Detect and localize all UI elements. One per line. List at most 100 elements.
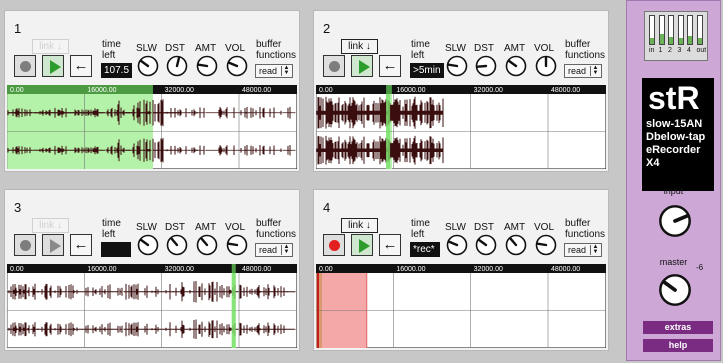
back-button[interactable]: ← — [379, 55, 401, 77]
tick-label-3: 48000.00 — [242, 266, 271, 273]
knob-amt[interactable] — [505, 234, 527, 256]
back-arrow-icon: ← — [382, 57, 398, 74]
record-button[interactable] — [323, 234, 345, 256]
knob-dial-vol-pointer — [536, 242, 548, 247]
time-left-value: 107.5 — [101, 63, 133, 78]
app-logo: stR slow-15AN Dbelow-tap eRecorder X4 — [642, 78, 714, 191]
buffer-function-select[interactable]: read ▲ ▼ — [255, 64, 293, 78]
waveform-display[interactable]: 0.00 16000.00 32000.00 48000.00 — [315, 84, 607, 170]
knob-dial-slw[interactable] — [137, 55, 159, 77]
vu-meter-level — [697, 38, 702, 44]
knob-dial-vol[interactable] — [535, 55, 557, 77]
buffer-functions-label: buffer functions — [256, 218, 297, 240]
knob-amt[interactable] — [196, 234, 218, 256]
buffer-panel-3: 3 link ↓ ← time left SLW DST AMT VOL buffer func… — [4, 189, 300, 351]
knob-vol[interactable] — [226, 55, 248, 77]
buffer-function-select[interactable]: read ▲ ▼ — [255, 243, 293, 257]
back-button[interactable]: ← — [70, 234, 92, 256]
knob-dial-slw[interactable] — [446, 234, 468, 256]
time-left-value: *rec* — [410, 242, 440, 257]
waveform-svg[interactable]: 0.00 16000.00 32000.00 48000.00 — [315, 263, 607, 349]
knob-label-slw: SLW — [136, 222, 157, 233]
vu-meter-level — [678, 38, 683, 44]
vu-meter-label: 4 — [687, 47, 691, 54]
back-button[interactable]: ← — [70, 55, 92, 77]
waveform-svg[interactable]: 0.00 16000.00 32000.00 48000.00 — [6, 84, 298, 170]
record-button[interactable] — [323, 55, 345, 77]
master-label: master — [659, 257, 688, 267]
knob-dial-amt[interactable] — [505, 234, 527, 256]
master-db-value: -6 — [696, 263, 704, 272]
buffer-panel-2: 2 link ↓ ← time left >5min SLW DST AMT VOL buffer… — [313, 10, 609, 172]
link-down-arrow-icon: ↓ — [363, 41, 371, 52]
knob-dial-vol[interactable] — [226, 55, 248, 77]
knob-dst[interactable] — [166, 234, 188, 256]
knob-label-vol: VOL — [225, 43, 246, 54]
back-arrow-icon: ← — [73, 57, 89, 74]
app-title-line: X4 — [646, 157, 660, 169]
knob-slw[interactable] — [446, 55, 468, 77]
play-button[interactable] — [42, 55, 64, 77]
knob-label-amt: AMT — [504, 43, 526, 54]
knob-dial-dst[interactable] — [475, 234, 497, 256]
knob-label-slw: SLW — [445, 222, 466, 233]
panel-number: 3 — [14, 200, 22, 215]
back-button[interactable]: ← — [379, 234, 401, 256]
knob-label-dst: DST — [474, 222, 494, 233]
record-button[interactable] — [14, 234, 36, 256]
help-button[interactable]: help — [643, 339, 713, 352]
header-selection — [231, 264, 236, 273]
input-knob-dial[interactable] — [658, 204, 692, 238]
stepper-arrows-icon: ▲ ▼ — [590, 244, 600, 255]
knob-vol[interactable] — [535, 55, 557, 77]
knob-dial-amt[interactable] — [196, 55, 218, 77]
knob-dial-slw[interactable] — [446, 55, 468, 77]
knob-dst[interactable] — [475, 55, 497, 77]
link-button[interactable]: link ↓ — [341, 39, 378, 54]
link-button[interactable]: link ↓ — [341, 218, 378, 233]
waveform-display[interactable]: 0.00 16000.00 32000.00 48000.00 — [315, 263, 607, 349]
waveform-svg[interactable]: 0.00 16000.00 32000.00 48000.00 — [6, 263, 298, 349]
panel-number: 4 — [323, 200, 331, 215]
waveform-display[interactable]: 0.00 16000.00 32000.00 48000.00 — [6, 263, 298, 349]
knob-amt[interactable] — [196, 55, 218, 77]
vu-meter-3 — [677, 15, 684, 45]
input-knob[interactable] — [658, 204, 692, 238]
knob-dial-slw[interactable] — [137, 234, 159, 256]
play-button[interactable] — [351, 55, 373, 77]
tick-label-2: 32000.00 — [165, 87, 194, 94]
knob-dial-dst[interactable] — [166, 234, 188, 256]
knob-dial-vol[interactable] — [535, 234, 557, 256]
buffer-function-select[interactable]: read ▲ ▼ — [564, 64, 602, 78]
knob-dial-vol[interactable] — [226, 234, 248, 256]
master-knob[interactable] — [658, 273, 692, 307]
extras-button[interactable]: extras — [643, 321, 713, 334]
knob-vol[interactable] — [226, 234, 248, 256]
knob-amt[interactable] — [505, 55, 527, 77]
link-button[interactable]: link ↓ — [32, 218, 69, 233]
knob-dial-amt[interactable] — [505, 55, 527, 77]
buffer-function-select[interactable]: read ▲ ▼ — [564, 243, 602, 257]
knob-dst[interactable] — [166, 55, 188, 77]
waveform-display[interactable]: 0.00 16000.00 32000.00 48000.00 — [6, 84, 298, 170]
waveform-svg[interactable]: 0.00 16000.00 32000.00 48000.00 — [315, 84, 607, 170]
vu-meter-label: out — [696, 47, 707, 54]
record-button[interactable] — [14, 55, 36, 77]
knob-vol[interactable] — [535, 234, 557, 256]
header-selection — [7, 85, 153, 94]
header-selection — [386, 85, 392, 94]
knob-dial-dst[interactable] — [166, 55, 188, 77]
knob-slw[interactable] — [446, 234, 468, 256]
knob-slw[interactable] — [137, 55, 159, 77]
vu-meter-level — [650, 38, 654, 44]
knob-dst[interactable] — [475, 234, 497, 256]
loop-marker — [386, 94, 391, 169]
knob-slw[interactable] — [137, 234, 159, 256]
play-button[interactable] — [351, 234, 373, 256]
knob-dial-dst[interactable] — [475, 55, 497, 77]
knob-dial-amt[interactable] — [196, 234, 218, 256]
master-knob-dial[interactable] — [658, 273, 692, 307]
play-button[interactable] — [42, 234, 64, 256]
back-arrow-icon: ← — [382, 236, 398, 253]
link-button[interactable]: link ↓ — [32, 39, 69, 54]
